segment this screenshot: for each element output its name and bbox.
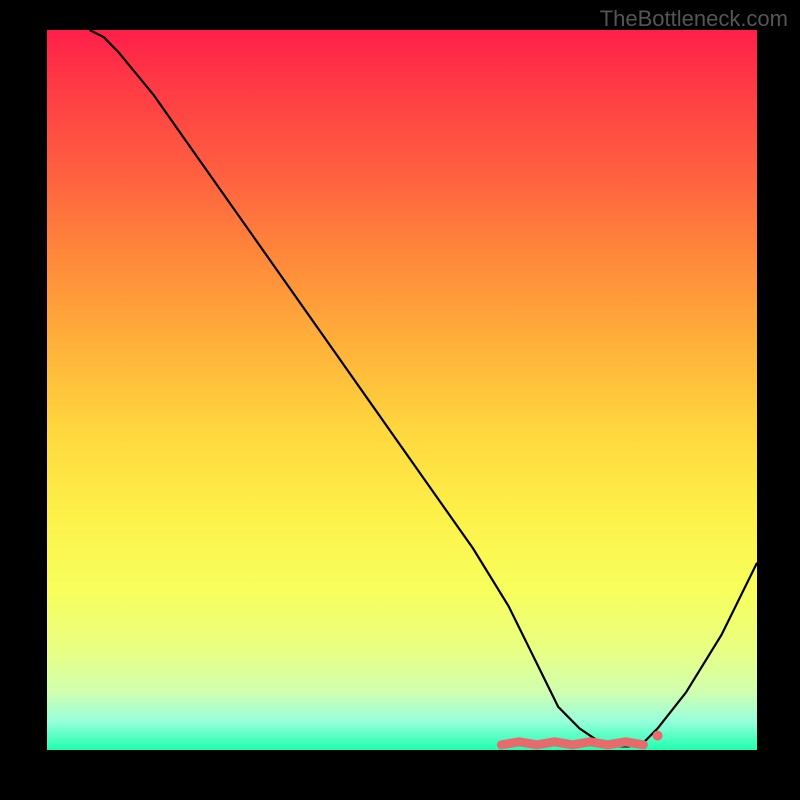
- chart-svg: [47, 30, 757, 750]
- chart-curve: [90, 30, 757, 746]
- chart-marker-band: [501, 742, 643, 745]
- watermark-text: TheBottleneck.com: [600, 6, 788, 32]
- chart-plot-area: [47, 30, 757, 750]
- chart-marker-dot: [653, 731, 663, 741]
